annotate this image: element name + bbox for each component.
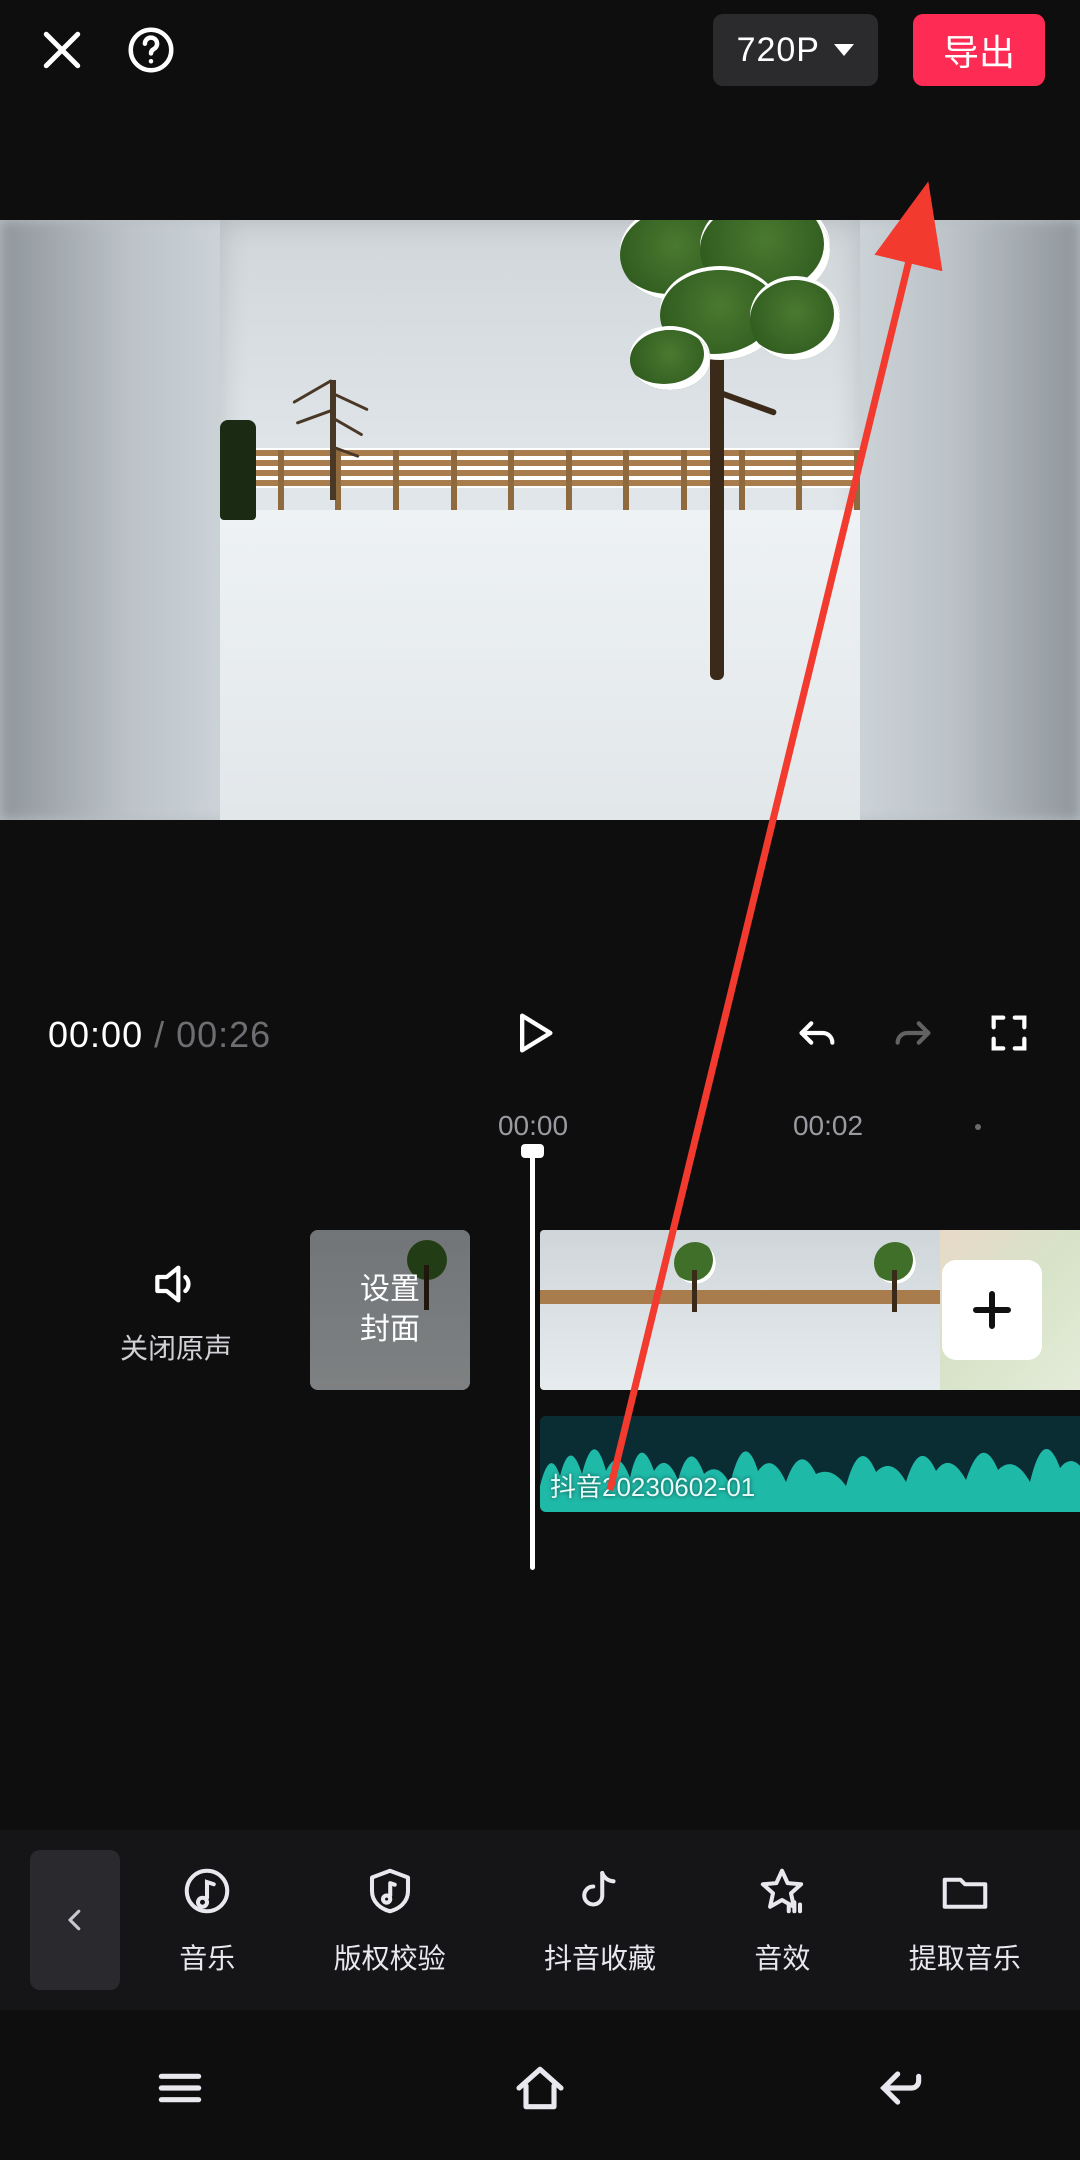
- tool-sound-effects[interactable]: 音效: [754, 1864, 810, 1977]
- tool-label: 版权校验: [334, 1937, 446, 1977]
- ruler-mark: 00:00: [498, 1110, 568, 1142]
- video-preview[interactable]: [0, 220, 1080, 820]
- undo-button[interactable]: [794, 1010, 840, 1061]
- home-button[interactable]: [512, 2060, 568, 2121]
- ruler-tick: [975, 1124, 981, 1130]
- current-time: 00:00: [48, 1014, 143, 1055]
- shield-music-icon: [363, 1864, 417, 1923]
- tool-label: 音乐: [179, 1937, 235, 1977]
- total-time: 00:26: [176, 1014, 271, 1055]
- video-thumb: [740, 1230, 940, 1390]
- back-button[interactable]: [872, 2060, 928, 2121]
- add-clip-button[interactable]: [942, 1260, 1042, 1360]
- preview-frame: [220, 220, 860, 820]
- redo-button[interactable]: [890, 1010, 936, 1061]
- tool-label: 提取音乐: [909, 1937, 1021, 1977]
- audio-clip-label: 抖音20230602-01: [550, 1467, 755, 1504]
- music-note-icon: [180, 1864, 234, 1923]
- video-thumb: [540, 1230, 740, 1390]
- fullscreen-button[interactable]: [986, 1010, 1032, 1061]
- cover-label: 设置 封面: [360, 1270, 420, 1350]
- chevron-down-icon: [834, 44, 854, 56]
- tool-music[interactable]: 音乐: [179, 1864, 235, 1977]
- set-cover-button[interactable]: 设置 封面: [310, 1230, 470, 1390]
- resolution-dropdown[interactable]: 720P: [713, 14, 878, 86]
- bottom-toolbar: 音乐 版权校验 抖音收藏 音效: [0, 1830, 1080, 2010]
- tool-label: 抖音收藏: [544, 1937, 656, 1977]
- playhead[interactable]: [530, 1150, 535, 1570]
- tool-extract-music[interactable]: 提取音乐: [909, 1864, 1021, 1977]
- audio-track[interactable]: 抖音20230602-01: [540, 1416, 1080, 1512]
- douyin-icon: [573, 1864, 627, 1923]
- star-sfx-icon: [755, 1864, 809, 1923]
- tool-douyin-favorites[interactable]: 抖音收藏: [544, 1864, 656, 1977]
- close-button[interactable]: [35, 23, 89, 77]
- mute-original-audio-button[interactable]: [148, 1256, 204, 1317]
- ruler-mark: 00:02: [793, 1110, 863, 1142]
- folder-icon: [938, 1864, 992, 1923]
- recent-apps-button[interactable]: [152, 2060, 208, 2121]
- toolbar-back-button[interactable]: [30, 1850, 120, 1990]
- tool-copyright-verify[interactable]: 版权校验: [334, 1864, 446, 1977]
- mute-label: 关闭原声: [120, 1327, 232, 1367]
- export-label: 导出: [943, 24, 1015, 76]
- system-nav-bar: [0, 2020, 1080, 2160]
- timeline[interactable]: 关闭原声 设置 封面 抖音20230602-01: [0, 1160, 1080, 1680]
- playback-time: 00:00 / 00:26: [48, 1014, 271, 1056]
- resolution-value: 720P: [737, 31, 820, 70]
- tool-label: 音效: [754, 1937, 810, 1977]
- help-button[interactable]: [124, 23, 178, 77]
- export-button[interactable]: 导出: [913, 14, 1045, 86]
- play-button[interactable]: [507, 1007, 559, 1064]
